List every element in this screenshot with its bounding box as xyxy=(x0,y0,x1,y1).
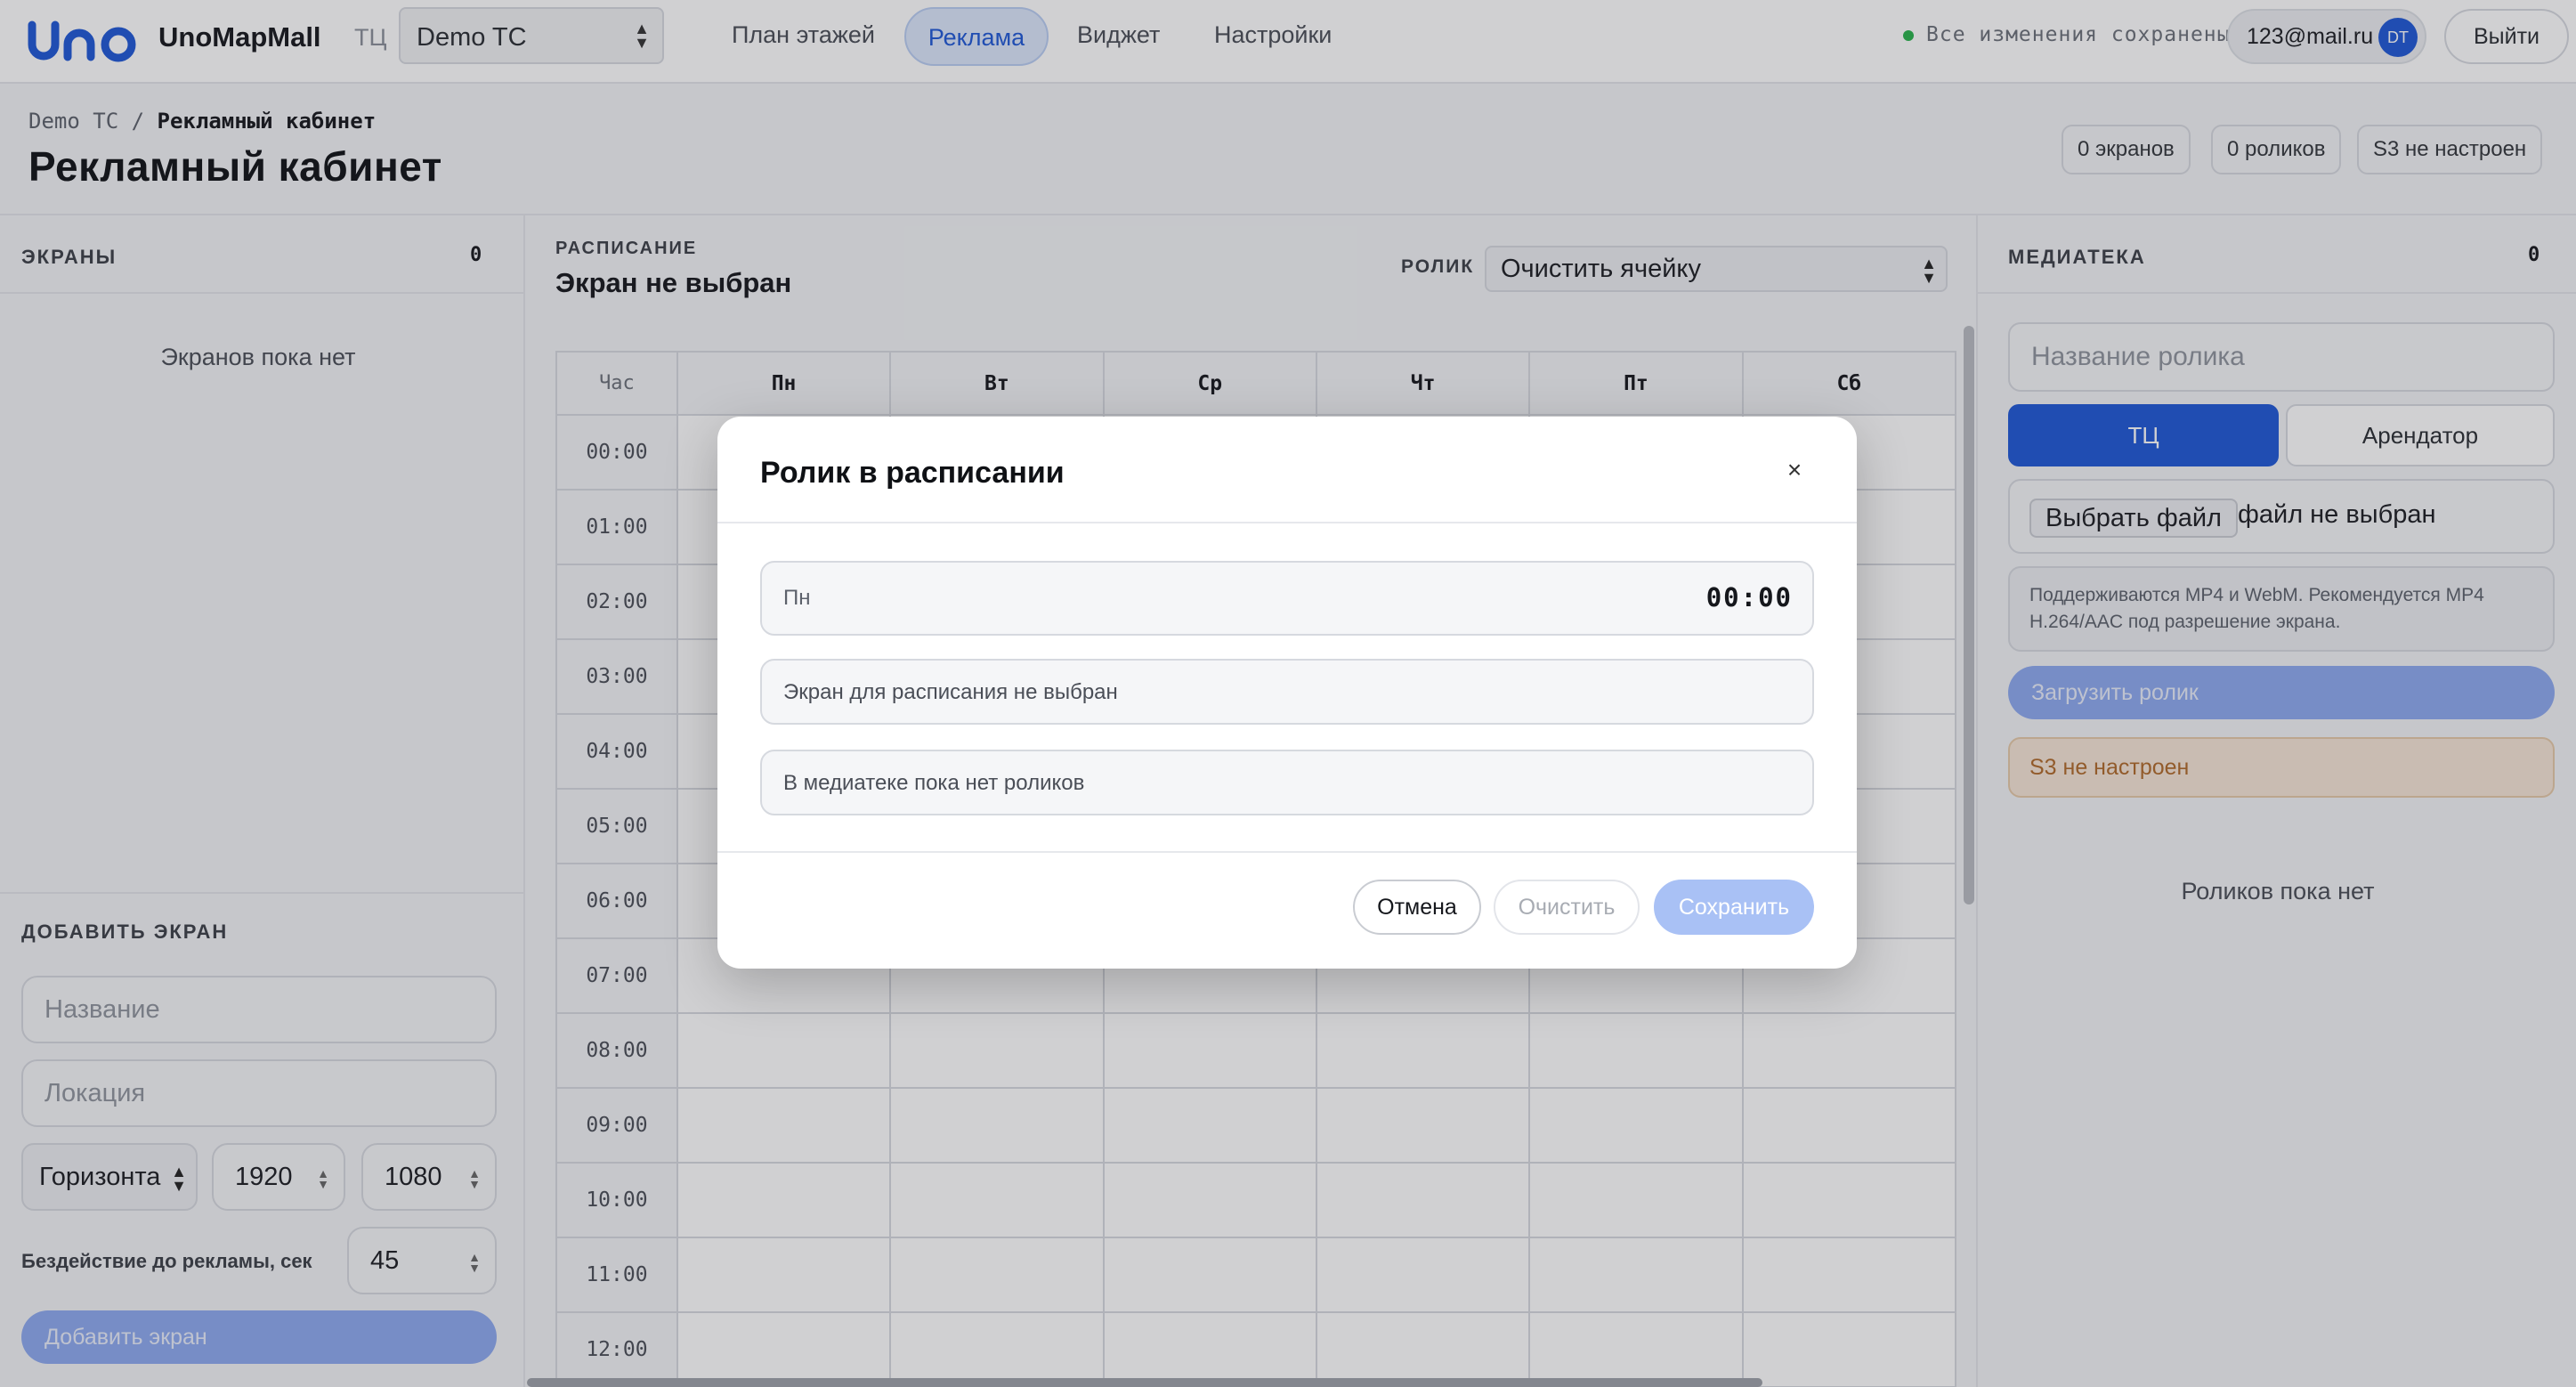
divider xyxy=(717,851,1857,853)
save-button[interactable]: Сохранить xyxy=(1654,880,1814,935)
screen-field-text: Экран для расписания не выбран xyxy=(783,680,1118,704)
video-field-text: В медиатеке пока нет роликов xyxy=(783,771,1085,795)
slot-info-field: Пн 00:00 xyxy=(760,561,1814,636)
video-field: В медиатеке пока нет роликов xyxy=(760,750,1814,815)
slot-time: 00:00 xyxy=(1705,582,1793,612)
clear-button[interactable]: Очистить xyxy=(1494,880,1640,935)
schedule-slot-dialog: Ролик в расписании × Пн 00:00 Экран для … xyxy=(717,417,1857,969)
cancel-button[interactable]: Отмена xyxy=(1353,880,1481,935)
dialog-title: Ролик в расписании xyxy=(760,456,1065,490)
divider xyxy=(717,522,1857,523)
screen-field: Экран для расписания не выбран xyxy=(760,659,1814,725)
close-icon[interactable]: × xyxy=(1777,452,1812,488)
slot-day: Пн xyxy=(783,586,811,610)
